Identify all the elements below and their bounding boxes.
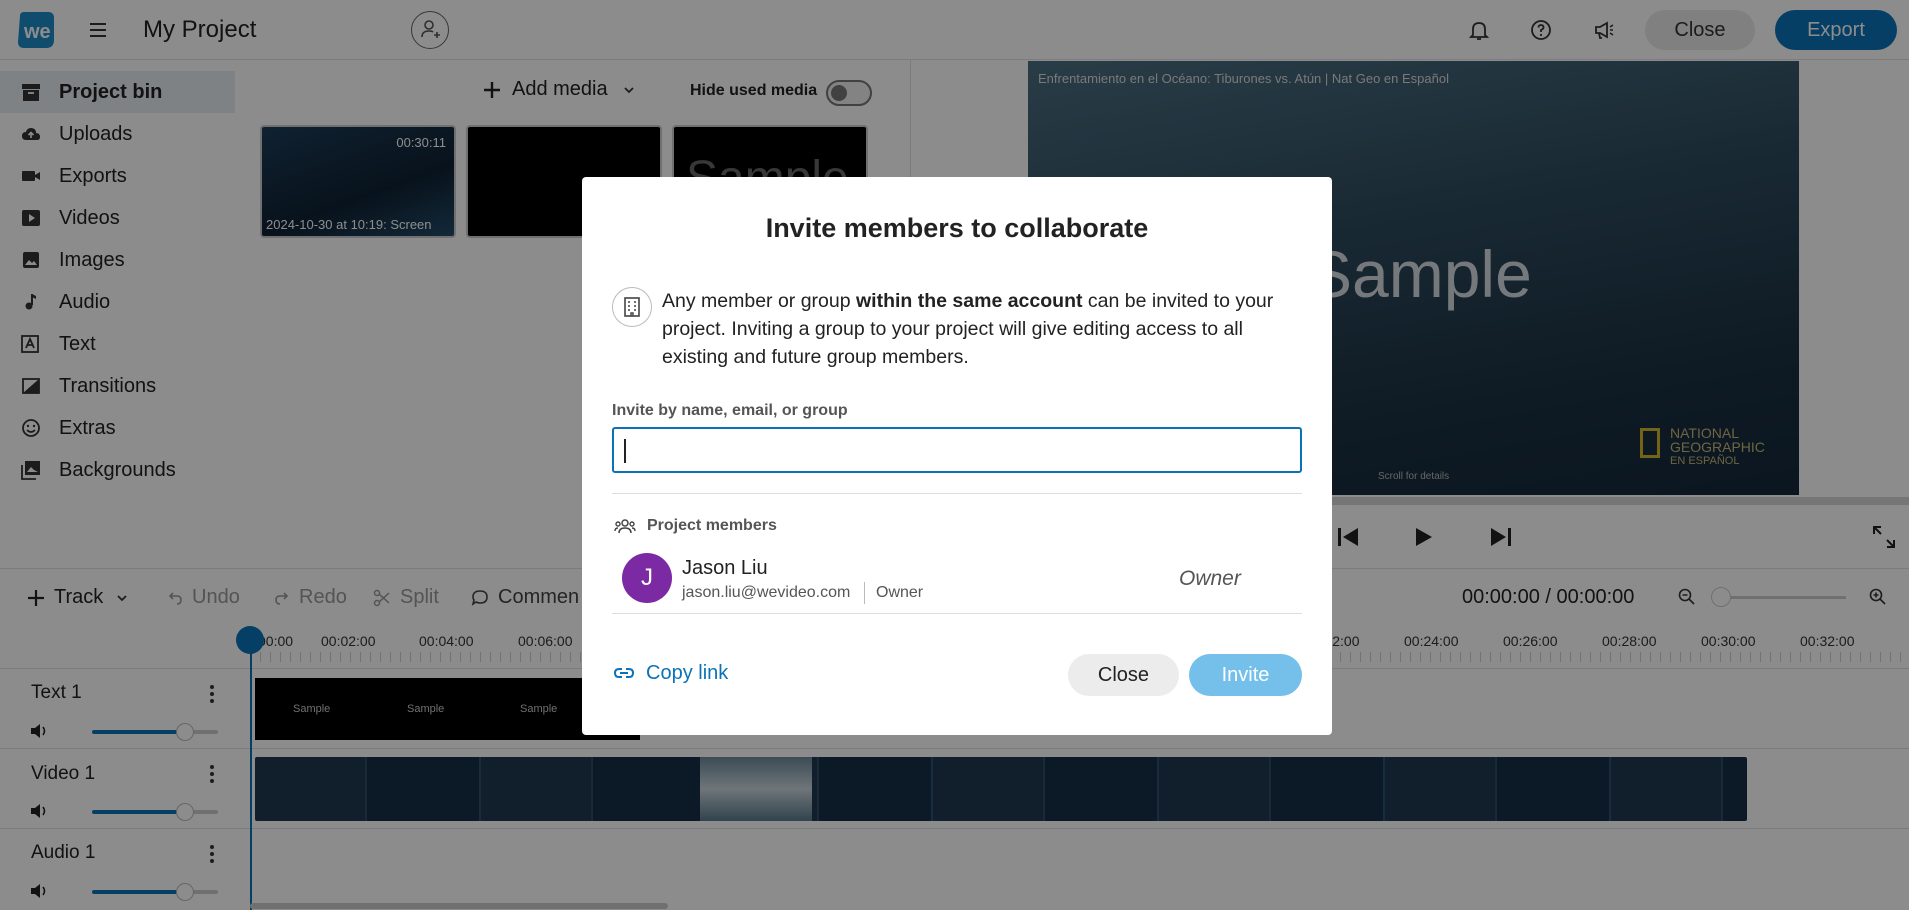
info-text-bold: within the same account [856, 290, 1083, 312]
dialog-info-text: Any member or group within the same acco… [662, 287, 1312, 371]
info-text-prefix: Any member or group [662, 290, 857, 312]
dialog-title: Invite members to collaborate [765, 213, 1149, 243]
member-email: jason.liu@wevideo.com [682, 584, 851, 601]
invite-members-dialog: Invite members to collaborate Any member… [582, 177, 1332, 735]
text-cursor [624, 439, 626, 463]
copy-link-button[interactable]: Copy link [612, 661, 728, 685]
building-icon [612, 287, 652, 327]
member-role: Owner [1179, 567, 1241, 590]
invite-field-label: Invite by name, email, or group [612, 402, 848, 419]
dialog-close-button[interactable]: Close [1068, 654, 1179, 696]
avatar: J [622, 553, 672, 603]
member-role-small: Owner [876, 584, 924, 601]
group-icon [614, 516, 636, 536]
link-icon [613, 668, 635, 678]
member-name: Jason Liu [682, 557, 768, 579]
project-members-label: Project members [647, 517, 777, 534]
member-info-divider [864, 582, 865, 604]
invite-button[interactable]: Invite [1189, 654, 1302, 696]
divider [612, 493, 1302, 494]
invite-search-input[interactable] [612, 427, 1302, 473]
divider [612, 613, 1302, 614]
copy-link-label: Copy link [646, 661, 729, 684]
